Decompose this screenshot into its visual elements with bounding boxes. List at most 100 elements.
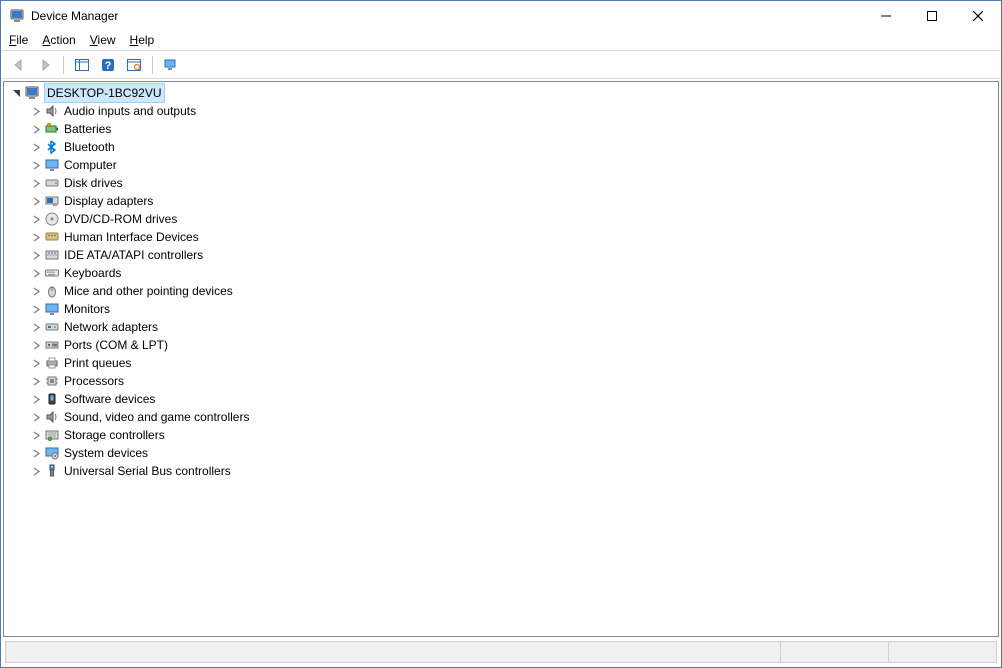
speaker-icon (44, 103, 60, 119)
tree-item[interactable]: Display adapters (4, 192, 998, 210)
tree-item-label: IDE ATA/ATAPI controllers (64, 246, 203, 264)
menu-help[interactable]: Help (130, 33, 155, 47)
tree-item[interactable]: IDE ATA/ATAPI controllers (4, 246, 998, 264)
printer-icon (44, 355, 60, 371)
chevron-right-icon[interactable] (28, 395, 44, 404)
keyboard-icon (44, 265, 60, 281)
system-icon (44, 445, 60, 461)
display-adapter-icon (44, 193, 60, 209)
tree-item-label: Keyboards (64, 264, 121, 282)
tree-item[interactable]: Processors (4, 372, 998, 390)
chevron-right-icon[interactable] (28, 215, 44, 224)
tree-item-label: Network adapters (64, 318, 158, 336)
tree-item-label: Bluetooth (64, 138, 115, 156)
chevron-right-icon[interactable] (28, 449, 44, 458)
tree-item-label: Display adapters (64, 192, 153, 210)
chevron-right-icon[interactable] (28, 305, 44, 314)
chevron-right-icon[interactable] (28, 269, 44, 278)
chevron-right-icon[interactable] (28, 377, 44, 386)
tree-item[interactable]: Storage controllers (4, 426, 998, 444)
speaker-icon (44, 409, 60, 425)
cpu-icon (44, 373, 60, 389)
tree-item[interactable]: Disk drives (4, 174, 998, 192)
chevron-right-icon[interactable] (28, 359, 44, 368)
chevron-right-icon[interactable] (28, 287, 44, 296)
computer-icon (24, 85, 40, 101)
minimize-button[interactable] (863, 1, 909, 31)
tree-item[interactable]: Bluetooth (4, 138, 998, 156)
content-area: DESKTOP-1BC92VUAudio inputs and outputsB… (1, 79, 1001, 667)
tree-item[interactable]: Keyboards (4, 264, 998, 282)
app-icon (9, 8, 25, 24)
menubar: File Action View Help (1, 31, 1001, 51)
forward-button[interactable] (33, 53, 57, 77)
chevron-right-icon[interactable] (28, 413, 44, 422)
chevron-right-icon[interactable] (28, 107, 44, 116)
tree-item[interactable]: DVD/CD-ROM drives (4, 210, 998, 228)
tree-item[interactable]: Universal Serial Bus controllers (4, 462, 998, 480)
hid-icon (44, 229, 60, 245)
tree-item-label: Human Interface Devices (64, 228, 199, 246)
show-hide-tree-button[interactable] (70, 53, 94, 77)
tree-item[interactable]: Print queues (4, 354, 998, 372)
tree-item-label: Mice and other pointing devices (64, 282, 233, 300)
chevron-right-icon[interactable] (28, 431, 44, 440)
status-pane-2 (888, 642, 996, 662)
chevron-right-icon[interactable] (28, 323, 44, 332)
toolbar-separator (63, 56, 64, 74)
status-pane-main (6, 642, 780, 662)
chevron-down-icon[interactable] (8, 89, 24, 98)
tree-item[interactable]: Computer (4, 156, 998, 174)
tree-item-label: Storage controllers (64, 426, 165, 444)
close-button[interactable] (955, 1, 1001, 31)
menu-view[interactable]: View (90, 33, 116, 47)
bluetooth-icon (44, 139, 60, 155)
tree-item-label: Computer (64, 156, 117, 174)
ide-icon (44, 247, 60, 263)
chevron-right-icon[interactable] (28, 341, 44, 350)
tree-item-label: Disk drives (64, 174, 123, 192)
chevron-right-icon[interactable] (28, 179, 44, 188)
usb-icon (44, 463, 60, 479)
tree-item[interactable]: Batteries (4, 120, 998, 138)
tree-item-label: Print queues (64, 354, 131, 372)
tree-item-label: Sound, video and game controllers (64, 408, 249, 426)
tree-item[interactable]: Human Interface Devices (4, 228, 998, 246)
chevron-right-icon[interactable] (28, 467, 44, 476)
tree-item[interactable]: Sound, video and game controllers (4, 408, 998, 426)
tree-item[interactable]: Ports (COM & LPT) (4, 336, 998, 354)
tree-root[interactable]: DESKTOP-1BC92VU (4, 84, 998, 102)
mouse-icon (44, 283, 60, 299)
menu-file[interactable]: File (9, 33, 28, 47)
tree-item[interactable]: Monitors (4, 300, 998, 318)
device-tree[interactable]: DESKTOP-1BC92VUAudio inputs and outputsB… (3, 81, 999, 637)
monitor-icon (44, 157, 60, 173)
chevron-right-icon[interactable] (28, 125, 44, 134)
chevron-right-icon[interactable] (28, 143, 44, 152)
tree-item[interactable]: Mice and other pointing devices (4, 282, 998, 300)
titlebar[interactable]: Device Manager (1, 1, 1001, 31)
optical-icon (44, 211, 60, 227)
help-button[interactable]: ? (96, 53, 120, 77)
tree-item[interactable]: Software devices (4, 390, 998, 408)
disk-icon (44, 175, 60, 191)
back-button[interactable] (7, 53, 31, 77)
chevron-right-icon[interactable] (28, 251, 44, 260)
chevron-right-icon[interactable] (28, 161, 44, 170)
scan-hardware-button[interactable] (122, 53, 146, 77)
window-title: Device Manager (31, 9, 118, 23)
devices-view-button[interactable] (159, 53, 183, 77)
chevron-right-icon[interactable] (28, 197, 44, 206)
tree-item[interactable]: System devices (4, 444, 998, 462)
monitor-icon (44, 301, 60, 317)
storage-icon (44, 427, 60, 443)
tree-item-label: Monitors (64, 300, 110, 318)
maximize-button[interactable] (909, 1, 955, 31)
tree-item[interactable]: Network adapters (4, 318, 998, 336)
ports-icon (44, 337, 60, 353)
chevron-right-icon[interactable] (28, 233, 44, 242)
menu-action[interactable]: Action (42, 33, 75, 47)
tree-root-label: DESKTOP-1BC92VU (44, 83, 165, 103)
status-pane-1 (780, 642, 888, 662)
tree-item[interactable]: Audio inputs and outputs (4, 102, 998, 120)
